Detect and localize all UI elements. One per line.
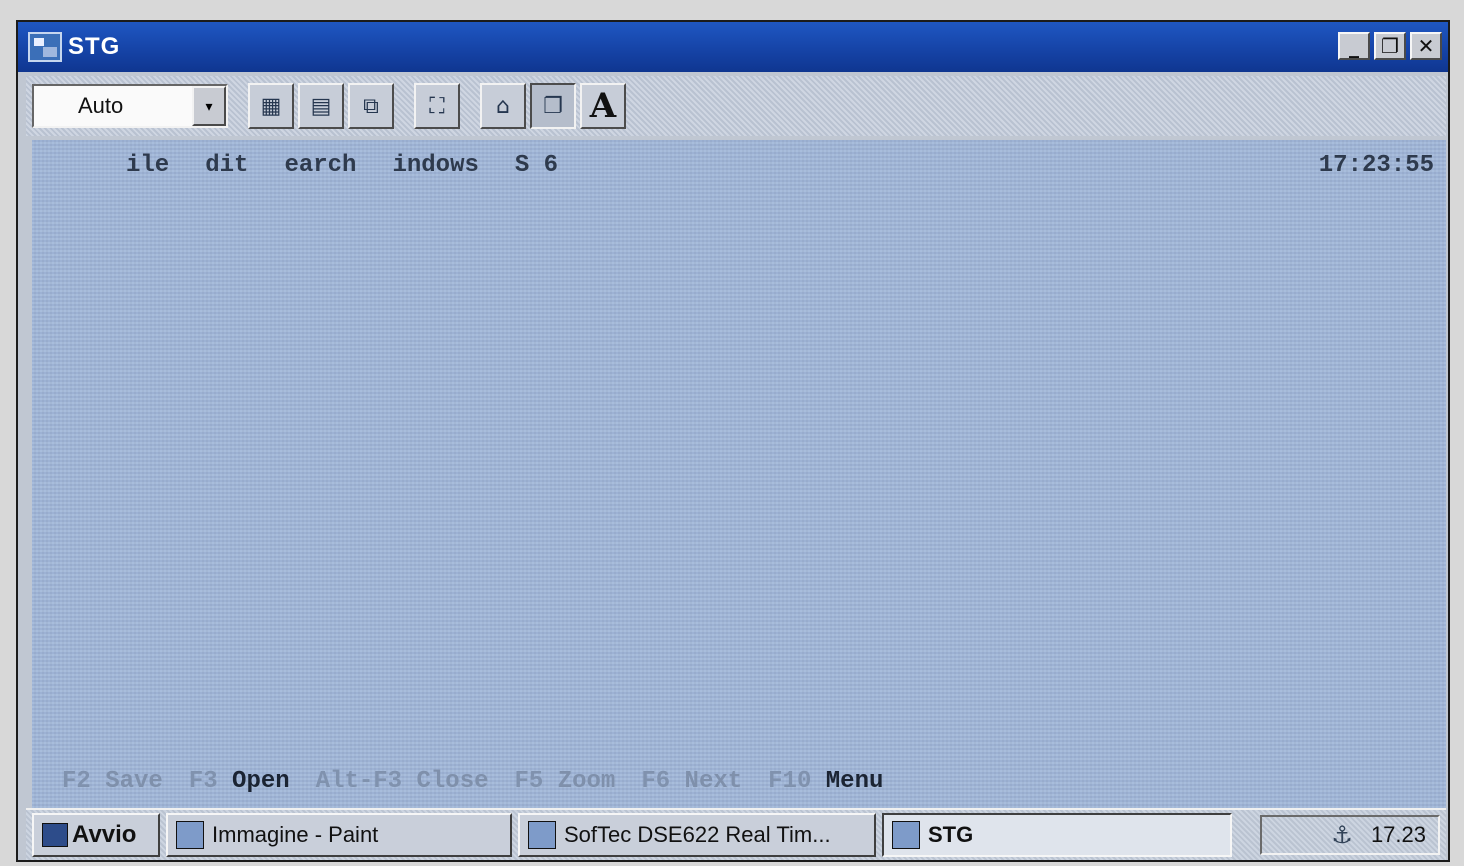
fkey-label: Next xyxy=(684,767,743,795)
fkey-key: F2 xyxy=(62,767,91,795)
fkey-next[interactable]: F6 Next xyxy=(641,768,742,795)
fkey-label: Save xyxy=(105,767,163,795)
grid-select-icon[interactable]: ▦ xyxy=(248,83,294,129)
window-title: STG xyxy=(68,33,121,60)
font-size-select[interactable]: Auto ▾ xyxy=(32,84,228,128)
anchor-icon[interactable]: ⚓ xyxy=(1331,821,1353,849)
taskbar: Avvio Immagine - Paint SofTec DSE622 Rea… xyxy=(26,808,1446,860)
window-controls: _ ❐ ✕ xyxy=(1338,32,1442,60)
fkey-label: Zoom xyxy=(557,767,616,795)
maximize-button[interactable]: ❐ xyxy=(1374,32,1406,60)
fkey-key: F3 xyxy=(188,767,218,795)
fkey-key: F10 xyxy=(768,767,812,795)
window-icon[interactable]: ❐ xyxy=(530,83,576,129)
taskbar-item-label: STG xyxy=(928,822,974,847)
function-key-bar: F2 Save F3 Open Alt-F3 Close F5 Zoom F6 … xyxy=(32,764,1446,798)
copy-icon[interactable]: ⧉ xyxy=(348,83,394,129)
menu-stg[interactable]: S 6 xyxy=(515,152,558,179)
application-window: STG _ ❐ ✕ Auto ▾ ▦ ▤ ⧉ ⛶ ⌂ ❐ A ile dit e… xyxy=(16,20,1450,862)
menu-file[interactable]: ile xyxy=(126,152,169,179)
terminal-clock: 17:23:55 xyxy=(1318,151,1434,179)
taskbar-item-stg[interactable]: STG xyxy=(882,813,1232,857)
paint-icon xyxy=(176,821,204,849)
minimize-button[interactable]: _ xyxy=(1338,32,1370,60)
start-label: Avvio xyxy=(72,821,137,848)
system-tray: ⚓ 17.23 xyxy=(1260,815,1440,855)
fkey-menu[interactable]: F10 Menu xyxy=(768,768,883,795)
fkey-key: F6 xyxy=(641,767,671,795)
table-icon[interactable]: ▤ xyxy=(298,83,344,129)
terminal-screen[interactable]: ile dit earch indows S 6 17:23:55 F2 Sav… xyxy=(32,140,1446,808)
fkey-label: Menu xyxy=(825,767,884,795)
menu-windows[interactable]: indows xyxy=(392,152,478,179)
menu-edit[interactable]: dit xyxy=(205,152,248,179)
title-bar[interactable]: STG _ ❐ ✕ xyxy=(18,22,1448,72)
font-icon[interactable]: A xyxy=(580,83,626,129)
properties-icon[interactable]: ⌂ xyxy=(480,83,526,129)
toolbar: Auto ▾ ▦ ▤ ⧉ ⛶ ⌂ ❐ A xyxy=(26,76,1446,136)
start-button[interactable]: Avvio xyxy=(32,813,160,857)
menu-bar: ile dit earch indows S 6 17:23:55 xyxy=(32,148,1446,182)
font-size-value: Auto xyxy=(78,93,124,118)
taskbar-item-paint[interactable]: Immagine - Paint xyxy=(166,813,512,857)
taskbar-item-label: SofTec DSE622 Real Tim... xyxy=(564,822,831,847)
taskbar-item-label: Immagine - Paint xyxy=(212,822,379,847)
fkey-key: Alt-F3 xyxy=(315,767,403,795)
fkey-close[interactable]: Alt-F3 Close xyxy=(316,768,489,795)
menu-search[interactable]: earch xyxy=(284,152,356,179)
windows-logo-icon xyxy=(42,823,68,847)
taskbar-item-softec[interactable]: SofTec DSE622 Real Tim... xyxy=(518,813,876,857)
chevron-down-icon[interactable]: ▾ xyxy=(192,86,226,126)
fkey-zoom[interactable]: F5 Zoom xyxy=(515,768,616,795)
stg-icon xyxy=(892,821,920,849)
softec-icon xyxy=(528,821,556,849)
fkey-save[interactable]: F2 Save xyxy=(62,768,163,795)
fkey-key: F5 xyxy=(514,767,544,795)
close-button[interactable]: ✕ xyxy=(1410,32,1442,60)
app-icon[interactable] xyxy=(28,32,62,62)
fkey-label: Close xyxy=(416,767,489,795)
fkey-open[interactable]: F3 Open xyxy=(189,768,290,795)
fkey-label: Open xyxy=(232,767,290,795)
fullscreen-icon[interactable]: ⛶ xyxy=(414,83,460,129)
tray-clock[interactable]: 17.23 xyxy=(1371,822,1426,848)
